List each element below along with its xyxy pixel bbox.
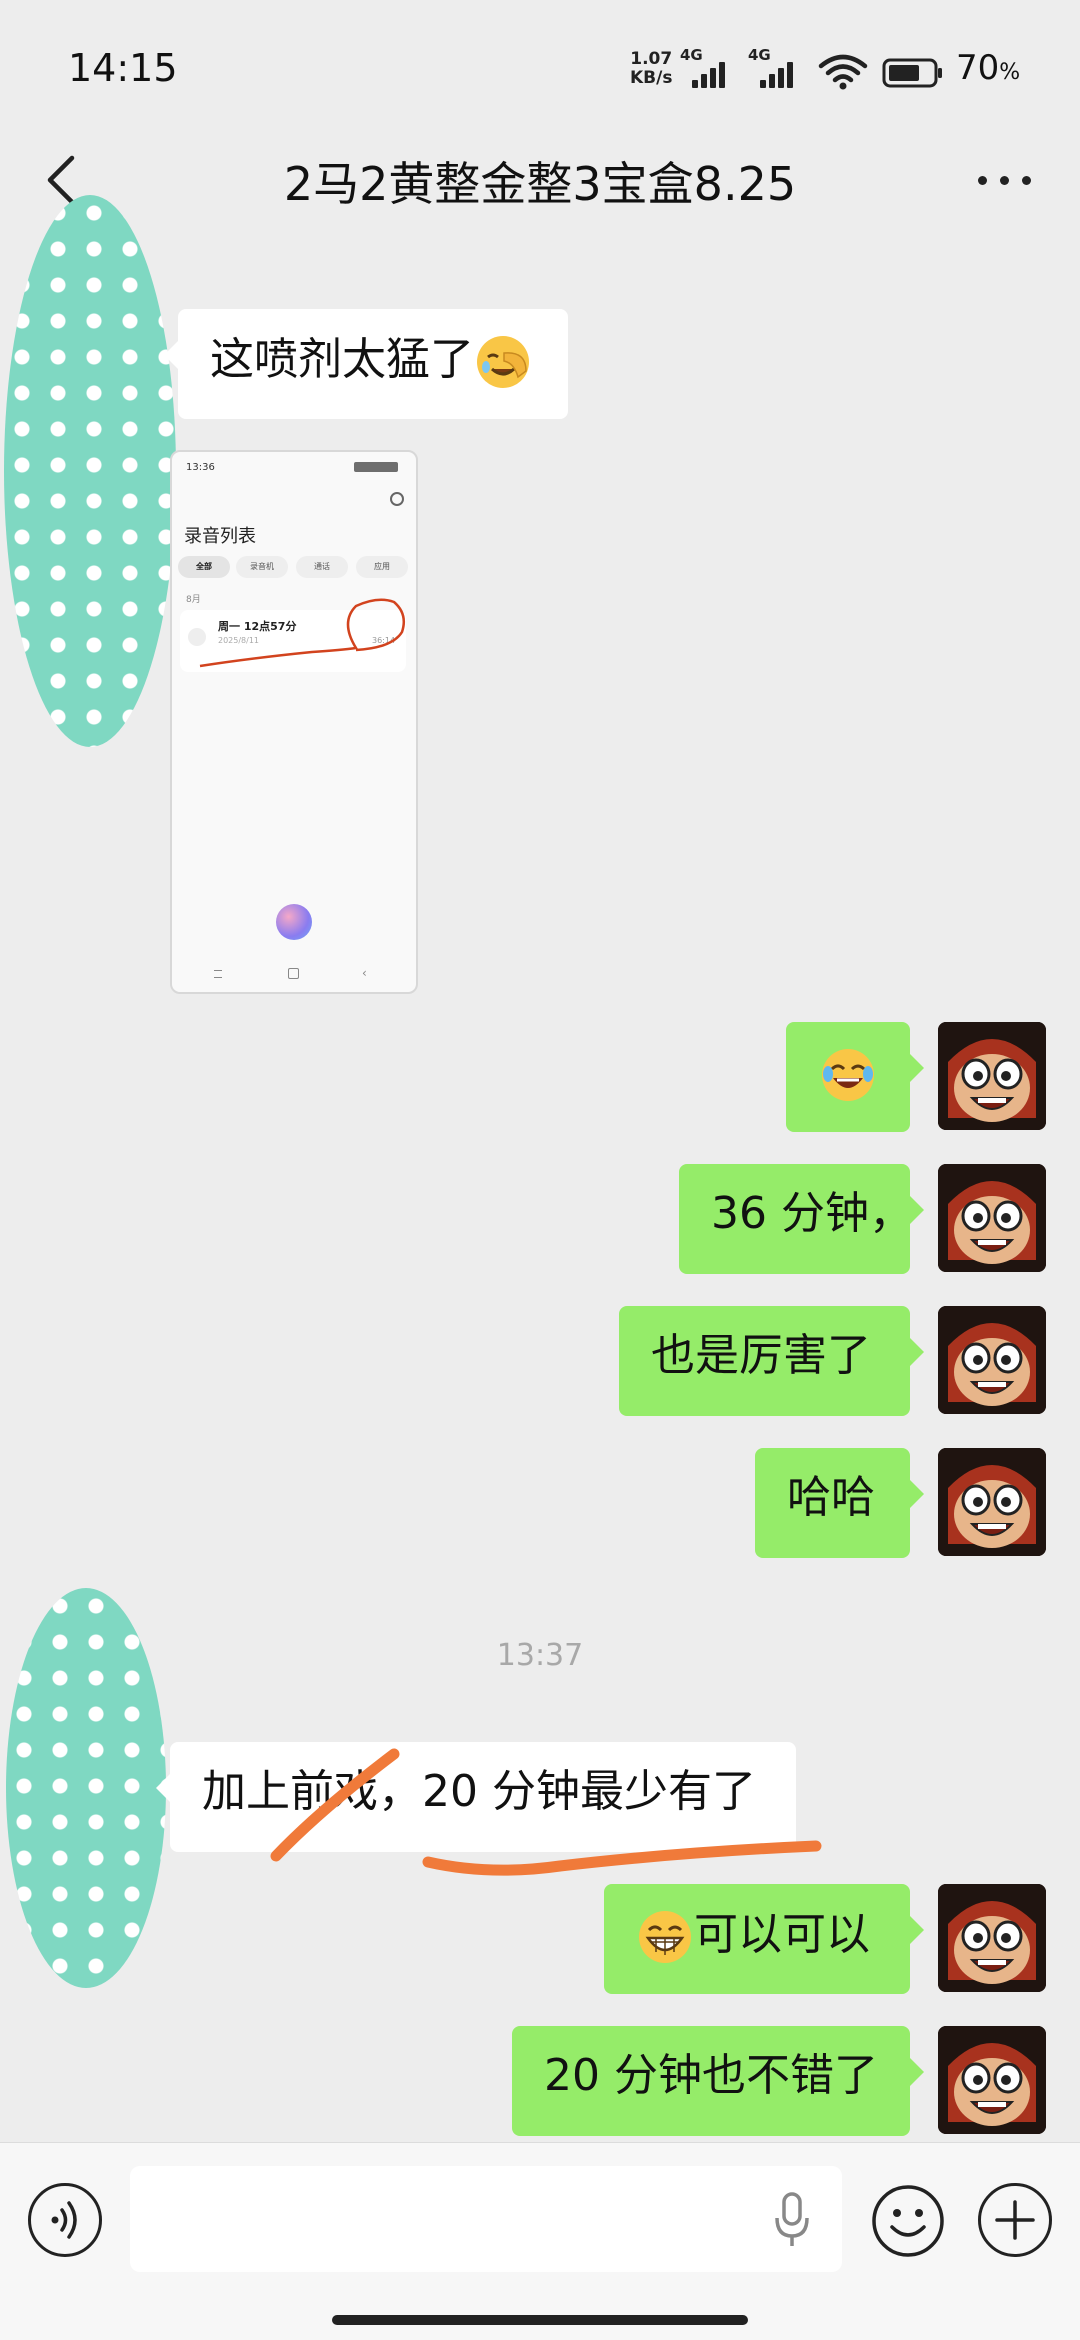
voice-wave-icon — [51, 2201, 77, 2239]
cartoon-face-avatar — [938, 1884, 1046, 1992]
cartoon-face-avatar — [938, 1022, 1046, 1130]
more-options-icon[interactable] — [970, 160, 1040, 200]
message-text: 哈哈 — [787, 1472, 875, 1523]
message-bubble-incoming[interactable]: 这喷剂太猛了 — [164, 309, 568, 419]
message-bubble-outgoing[interactable]: 也是厉害了 — [619, 1306, 924, 1416]
cartoon-face-avatar — [938, 1164, 1046, 1272]
battery-icon — [882, 58, 942, 88]
my-avatar[interactable] — [938, 1306, 1046, 1414]
more-functions-button[interactable] — [978, 2183, 1052, 2257]
message-text: 20 分钟也不错了 — [544, 2050, 878, 2101]
message-text: 可以可以 — [694, 1909, 870, 1960]
my-avatar[interactable] — [938, 1164, 1046, 1272]
message-input[interactable] — [130, 2166, 842, 2272]
wifi-icon — [818, 54, 868, 90]
message-text: 36 分钟， — [711, 1188, 913, 1239]
plus-icon — [995, 2200, 1035, 2240]
cartoon-face-avatar — [938, 1448, 1046, 1556]
message-text: 这喷剂太猛了 — [210, 334, 474, 385]
image-message[interactable]: 13:36 录音列表 全部 录音机 通话 应用 8月 周一 12点57分 202… — [170, 450, 418, 994]
home-indicator[interactable] — [332, 2315, 748, 2325]
battery-percent-value: 70 — [956, 48, 1000, 88]
face-palm-emoji-icon — [477, 336, 529, 388]
contact-avatar[interactable] — [6, 1588, 166, 1988]
message-bubble-outgoing[interactable]: 可以可以 — [604, 1884, 924, 1994]
chat-title: 2马2黄整金整3宝盒8.25 — [283, 157, 797, 211]
network-speed-unit: KB/s — [630, 68, 673, 88]
battery-percent-unit: % — [999, 60, 1021, 85]
annotation-strokes — [270, 1748, 822, 1876]
screenshot-nav-home-icon — [288, 968, 299, 979]
my-avatar[interactable] — [938, 1448, 1046, 1556]
message-text: 也是厉害了 — [651, 1330, 871, 1381]
emoji-picker-icon[interactable] — [870, 2183, 946, 2259]
message-bubble-outgoing[interactable] — [786, 1022, 924, 1132]
battery-percent: 70% — [956, 48, 1020, 88]
my-avatar[interactable] — [938, 1884, 1046, 1992]
screenshot-nav-back-icon: ‹ — [362, 966, 367, 980]
message-bubble-outgoing[interactable]: 36 分钟， — [679, 1164, 924, 1274]
my-avatar[interactable] — [938, 1022, 1046, 1130]
message-bubble-outgoing[interactable]: 20 分钟也不错了 — [512, 2026, 924, 2136]
network-speed-value: 1.07 — [630, 49, 673, 69]
message-bubble-outgoing[interactable]: 哈哈 — [755, 1448, 924, 1558]
screenshot-nav-menu-icon — [214, 970, 222, 978]
grinning-emoji-icon — [639, 1911, 691, 1963]
status-time: 14:15 — [68, 46, 178, 90]
my-avatar[interactable] — [938, 2026, 1046, 2134]
message-timestamp: 13:37 — [496, 1638, 584, 1673]
cartoon-face-avatar — [938, 1306, 1046, 1414]
tears-of-joy-emoji-icon — [822, 1049, 874, 1101]
voice-input-button[interactable] — [28, 2183, 102, 2257]
network-speed: 1.07 KB/s — [630, 50, 672, 88]
screenshot-record-button — [276, 904, 312, 940]
cartoon-face-avatar — [938, 2026, 1046, 2134]
contact-avatar[interactable] — [4, 195, 176, 747]
microphone-icon[interactable] — [772, 2190, 812, 2250]
